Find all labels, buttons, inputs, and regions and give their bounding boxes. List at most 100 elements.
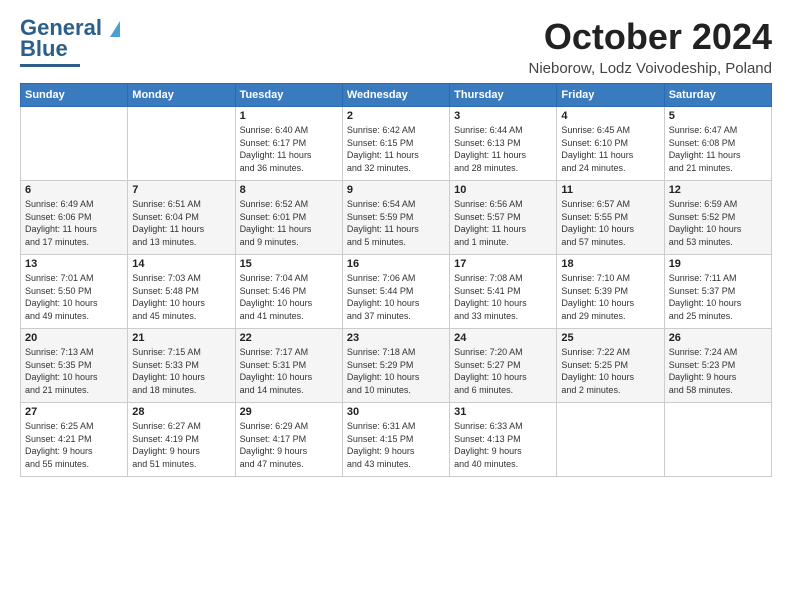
header-row: Sunday Monday Tuesday Wednesday Thursday… (21, 84, 772, 107)
day-info: Sunrise: 7:06 AMSunset: 5:44 PMDaylight:… (347, 272, 445, 322)
day-number: 2 (347, 110, 445, 122)
day-info: Sunrise: 6:52 AMSunset: 6:01 PMDaylight:… (240, 198, 338, 248)
calendar-cell: 30Sunrise: 6:31 AMSunset: 4:15 PMDayligh… (342, 403, 449, 477)
calendar-cell: 4 Sunrise: 6:45 AMSunset: 6:10 PMDaylight… (557, 107, 664, 181)
day-number: 20 (25, 332, 123, 344)
calendar-cell: 12 Sunrise: 6:59 AMSunset: 5:52 PMDayligh… (664, 181, 771, 255)
calendar-cell: 18Sunrise: 7:10 AMSunset: 5:39 PMDayligh… (557, 255, 664, 329)
calendar-cell: 2 Sunrise: 6:42 AMSunset: 6:15 PMDaylight… (342, 107, 449, 181)
day-number: 17 (454, 258, 552, 270)
day-info: Sunrise: 7:24 AMSunset: 5:23 PMDaylight:… (669, 346, 767, 396)
week-row-0: 1 Sunrise: 6:40 AMSunset: 6:17 PMDaylight… (21, 107, 772, 181)
calendar-cell: 23 Sunrise: 7:18 AMSunset: 5:29 PMDayligh… (342, 329, 449, 403)
day-info: Sunrise: 7:04 AMSunset: 5:46 PMDaylight:… (240, 272, 338, 322)
day-number: 13 (25, 258, 123, 270)
day-number: 8 (240, 184, 338, 196)
day-info: Sunrise: 7:03 AMSunset: 5:48 PMDaylight:… (132, 272, 230, 322)
day-number: 31 (454, 406, 552, 418)
day-number: 7 (132, 184, 230, 196)
day-number: 29 (240, 406, 338, 418)
day-info: Sunrise: 6:44 AMSunset: 6:13 PMDaylight:… (454, 124, 552, 174)
day-number: 21 (132, 332, 230, 344)
calendar-cell: 28 Sunrise: 6:27 AMSunset: 4:19 PMDayligh… (128, 403, 235, 477)
day-info: Sunrise: 7:20 AMSunset: 5:27 PMDaylight:… (454, 346, 552, 396)
col-tuesday: Tuesday (235, 84, 342, 107)
logo-bottom: Blue (20, 36, 68, 62)
day-info: Sunrise: 7:13 AMSunset: 5:35 PMDaylight:… (25, 346, 123, 396)
calendar-cell: 8 Sunrise: 6:52 AMSunset: 6:01 PMDaylight… (235, 181, 342, 255)
day-info: Sunrise: 6:54 AMSunset: 5:59 PMDaylight:… (347, 198, 445, 248)
logo-line (20, 64, 80, 67)
day-info: Sunrise: 7:18 AMSunset: 5:29 PMDaylight:… (347, 346, 445, 396)
day-number: 26 (669, 332, 767, 344)
calendar-cell: 27Sunrise: 6:25 AMSunset: 4:21 PMDayligh… (21, 403, 128, 477)
week-row-1: 6Sunrise: 6:49 AMSunset: 6:06 PMDaylight… (21, 181, 772, 255)
calendar-cell: 25Sunrise: 7:22 AMSunset: 5:25 PMDayligh… (557, 329, 664, 403)
week-row-2: 13 Sunrise: 7:01 AMSunset: 5:50 PMDayligh… (21, 255, 772, 329)
calendar-cell: 5 Sunrise: 6:47 AMSunset: 6:08 PMDaylight… (664, 107, 771, 181)
calendar-cell: 22Sunrise: 7:17 AMSunset: 5:31 PMDayligh… (235, 329, 342, 403)
day-number: 4 (561, 110, 659, 122)
day-number: 1 (240, 110, 338, 122)
calendar-cell: 10 Sunrise: 6:56 AMSunset: 5:57 PMDayligh… (450, 181, 557, 255)
day-info: Sunrise: 7:08 AMSunset: 5:41 PMDaylight:… (454, 272, 552, 322)
day-number: 23 (347, 332, 445, 344)
day-info: Sunrise: 6:27 AMSunset: 4:19 PMDaylight:… (132, 420, 230, 470)
day-info: Sunrise: 6:33 AMSunset: 4:13 PMDaylight:… (454, 420, 552, 470)
calendar-cell: 11Sunrise: 6:57 AMSunset: 5:55 PMDayligh… (557, 181, 664, 255)
calendar-cell: 19Sunrise: 7:11 AMSunset: 5:37 PMDayligh… (664, 255, 771, 329)
calendar-cell: 7 Sunrise: 6:51 AMSunset: 6:04 PMDaylight… (128, 181, 235, 255)
day-info: Sunrise: 7:01 AMSunset: 5:50 PMDaylight:… (25, 272, 123, 322)
calendar-cell: 1 Sunrise: 6:40 AMSunset: 6:17 PMDaylight… (235, 107, 342, 181)
day-number: 14 (132, 258, 230, 270)
day-number: 9 (347, 184, 445, 196)
logo: General Blue (20, 16, 120, 67)
calendar-cell: 9 Sunrise: 6:54 AMSunset: 5:59 PMDaylight… (342, 181, 449, 255)
day-info: Sunrise: 6:56 AMSunset: 5:57 PMDaylight:… (454, 198, 552, 248)
calendar-cell (21, 107, 128, 181)
day-info: Sunrise: 6:29 AMSunset: 4:17 PMDaylight:… (240, 420, 338, 470)
title-block: October 2024 Nieborow, Lodz Voivodeship,… (528, 16, 772, 77)
day-info: Sunrise: 6:31 AMSunset: 4:15 PMDaylight:… (347, 420, 445, 470)
calendar-cell: 26 Sunrise: 7:24 AMSunset: 5:23 PMDayligh… (664, 329, 771, 403)
day-number: 24 (454, 332, 552, 344)
col-wednesday: Wednesday (342, 84, 449, 107)
day-number: 11 (561, 184, 659, 196)
day-info: Sunrise: 6:51 AMSunset: 6:04 PMDaylight:… (132, 198, 230, 248)
calendar-cell: 3 Sunrise: 6:44 AMSunset: 6:13 PMDaylight… (450, 107, 557, 181)
calendar-cell (664, 403, 771, 477)
day-number: 27 (25, 406, 123, 418)
day-info: Sunrise: 6:42 AMSunset: 6:15 PMDaylight:… (347, 124, 445, 174)
col-friday: Friday (557, 84, 664, 107)
calendar-cell: 16 Sunrise: 7:06 AMSunset: 5:44 PMDayligh… (342, 255, 449, 329)
week-row-3: 20 Sunrise: 7:13 AMSunset: 5:35 PMDayligh… (21, 329, 772, 403)
day-info: Sunrise: 7:10 AMSunset: 5:39 PMDaylight:… (561, 272, 659, 322)
day-number: 19 (669, 258, 767, 270)
calendar-cell: 24 Sunrise: 7:20 AMSunset: 5:27 PMDayligh… (450, 329, 557, 403)
calendar-cell (128, 107, 235, 181)
day-info: Sunrise: 6:47 AMSunset: 6:08 PMDaylight:… (669, 124, 767, 174)
day-number: 6 (25, 184, 123, 196)
col-saturday: Saturday (664, 84, 771, 107)
col-monday: Monday (128, 84, 235, 107)
col-thursday: Thursday (450, 84, 557, 107)
calendar-table: Sunday Monday Tuesday Wednesday Thursday… (20, 83, 772, 477)
day-number: 28 (132, 406, 230, 418)
day-number: 5 (669, 110, 767, 122)
page: General Blue October 2024 Nieborow, Lodz… (0, 0, 792, 487)
day-info: Sunrise: 6:59 AMSunset: 5:52 PMDaylight:… (669, 198, 767, 248)
day-number: 12 (669, 184, 767, 196)
calendar-body: 1 Sunrise: 6:40 AMSunset: 6:17 PMDaylight… (21, 107, 772, 477)
day-info: Sunrise: 6:45 AMSunset: 6:10 PMDaylight:… (561, 124, 659, 174)
day-number: 25 (561, 332, 659, 344)
calendar-cell: 21Sunrise: 7:15 AMSunset: 5:33 PMDayligh… (128, 329, 235, 403)
calendar-cell: 6Sunrise: 6:49 AMSunset: 6:06 PMDaylight… (21, 181, 128, 255)
header: General Blue October 2024 Nieborow, Lodz… (20, 16, 772, 77)
day-number: 3 (454, 110, 552, 122)
calendar-cell: 17 Sunrise: 7:08 AMSunset: 5:41 PMDayligh… (450, 255, 557, 329)
day-info: Sunrise: 6:40 AMSunset: 6:17 PMDaylight:… (240, 124, 338, 174)
day-number: 16 (347, 258, 445, 270)
day-number: 10 (454, 184, 552, 196)
calendar-cell: 20 Sunrise: 7:13 AMSunset: 5:35 PMDayligh… (21, 329, 128, 403)
month-title: October 2024 (528, 16, 772, 58)
